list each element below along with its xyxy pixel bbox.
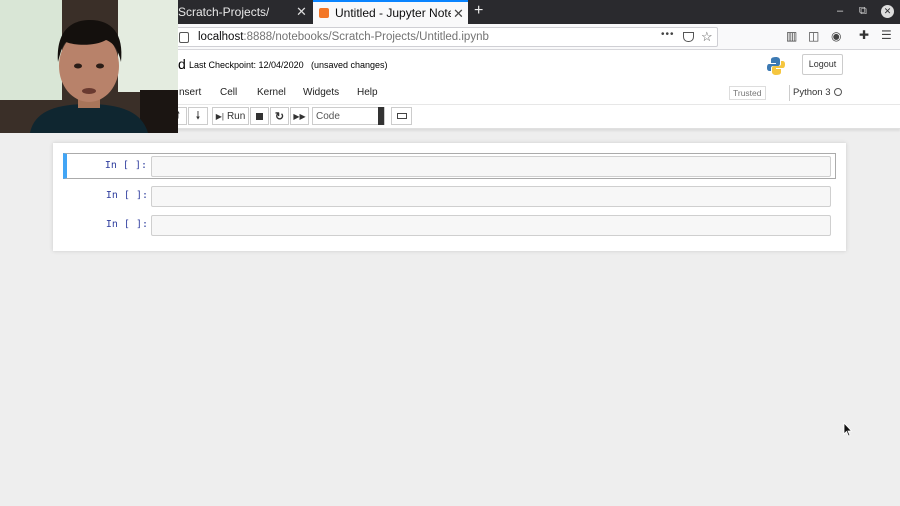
- url-host: localhost: [198, 31, 244, 43]
- stop-icon: [256, 112, 263, 120]
- kernel-name: Python 3: [793, 87, 831, 98]
- cell-type-value: Code: [316, 110, 340, 122]
- trusted-indicator[interactable]: Trusted: [729, 86, 766, 100]
- menu-kernel[interactable]: Kernel: [257, 87, 286, 98]
- library-icon[interactable]: ▥: [786, 29, 797, 43]
- window-close-icon[interactable]: ✕: [881, 5, 894, 18]
- pocket-icon[interactable]: [683, 32, 694, 42]
- cell-prompt: In [ ]:: [104, 160, 147, 171]
- cell-input[interactable]: [151, 215, 831, 236]
- logout-button[interactable]: Logout: [802, 54, 843, 75]
- restore-icon[interactable]: ⧉: [859, 5, 867, 18]
- cell-prompt: In [ ]:: [105, 219, 148, 230]
- notebook-title[interactable]: d: [178, 56, 186, 72]
- tab-scratch-projects[interactable]: Scratch-Projects/ ✕: [170, 0, 312, 24]
- page-info-icon[interactable]: [179, 32, 189, 43]
- restart-button[interactable]: ↻: [270, 107, 289, 125]
- run-label: Run: [226, 110, 246, 122]
- tab-untitled-jupyter[interactable]: Untitled - Jupyter Notebo ✕: [313, 0, 468, 24]
- restart-run-all-button[interactable]: ▶▶: [290, 107, 309, 125]
- bookmark-star-icon[interactable]: ☆: [701, 29, 713, 45]
- notebook-container: In [ ]: In [ ]: In [ ]:: [53, 143, 846, 251]
- restart-icon: ↻: [274, 110, 285, 123]
- extensions-icon[interactable]: ✚: [859, 28, 869, 42]
- menu-help[interactable]: Help: [357, 87, 378, 98]
- menu-icon[interactable]: ☰: [881, 28, 892, 42]
- menu-insert[interactable]: nsert: [179, 87, 201, 98]
- mouse-cursor-icon: [843, 422, 853, 437]
- fast-forward-icon: ▶▶: [293, 111, 306, 121]
- cell-type-select[interactable]: Code: [312, 107, 385, 125]
- tab-label: Untitled - Jupyter Notebo: [335, 6, 451, 20]
- minimize-icon[interactable]: –: [837, 5, 843, 17]
- run-button[interactable]: ▶| Run: [212, 107, 249, 125]
- step-forward-icon: ▶|: [215, 111, 224, 121]
- autosave-status: (unsaved changes): [311, 60, 388, 70]
- dropdown-arrow-icon: [378, 107, 384, 125]
- checkpoint-status: Last Checkpoint: 12/04/2020: [189, 60, 304, 70]
- interrupt-button[interactable]: [250, 107, 269, 125]
- tab-close-icon[interactable]: ✕: [453, 6, 464, 22]
- cell-prompt: In [ ]:: [105, 190, 148, 201]
- code-cell[interactable]: In [ ]:: [63, 184, 836, 210]
- code-cell[interactable]: In [ ]:: [63, 213, 836, 239]
- webcam-overlay: [0, 0, 178, 133]
- kernel-status-icon: [834, 88, 842, 96]
- url-bar[interactable]: localhost:8888/notebooks/Scratch-Project…: [170, 27, 718, 47]
- kernel-indicator: [789, 85, 790, 101]
- url-text: localhost:8888/notebooks/Scratch-Project…: [198, 31, 489, 43]
- code-cell[interactable]: In [ ]:: [63, 153, 836, 179]
- tab-close-icon[interactable]: ✕: [296, 4, 307, 20]
- webcam-presenter-image: [0, 0, 178, 133]
- menu-widgets[interactable]: Widgets: [303, 87, 339, 98]
- python-logo-icon: [767, 57, 785, 75]
- new-tab-button[interactable]: +: [474, 2, 483, 20]
- page-actions-icon[interactable]: •••: [661, 29, 675, 40]
- keyboard-icon: [396, 113, 407, 119]
- account-icon[interactable]: ◉: [831, 29, 841, 43]
- url-path: :8888/notebooks/Scratch-Projects/Untitle…: [243, 31, 489, 43]
- cell-input[interactable]: [151, 186, 831, 207]
- menu-cell[interactable]: Cell: [220, 87, 237, 98]
- move-down-button[interactable]: 🠗: [188, 107, 208, 125]
- cell-input[interactable]: [151, 156, 831, 177]
- tab-label: Scratch-Projects/: [178, 5, 270, 19]
- arrow-down-icon: 🠗: [195, 109, 201, 122]
- sidebar-icon[interactable]: ◫: [808, 29, 819, 43]
- jupyter-favicon-icon: [319, 8, 329, 18]
- command-palette-button[interactable]: [391, 107, 412, 125]
